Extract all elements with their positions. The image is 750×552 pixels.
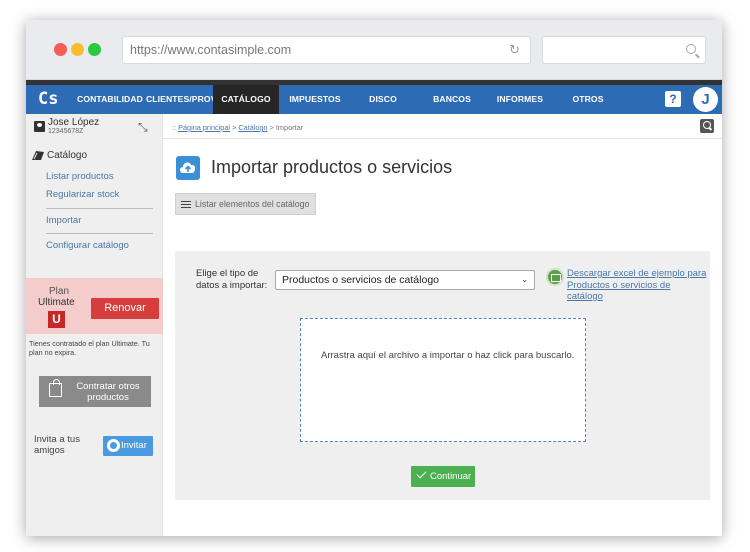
plan-box: Plan Ultimate U Renovar xyxy=(26,278,163,334)
globe-icon xyxy=(107,439,120,452)
sidebar-divider xyxy=(46,233,153,234)
contract-products-button[interactable]: Contratar otros productos xyxy=(39,376,151,407)
breadcrumb-catalog[interactable]: Catálogo xyxy=(238,123,267,132)
nav-informes[interactable]: INFORMES xyxy=(494,85,546,114)
sidebar: Jose López 12345678Z ⤡ Catálogo Listar p… xyxy=(26,114,163,536)
import-type-select[interactable]: Productos o servicios de catálogo ⌄ xyxy=(275,270,535,290)
chevron-down-icon: ⌄ xyxy=(521,275,528,284)
close-window-button[interactable] xyxy=(54,43,67,56)
sidebar-item-configurar-catalogo[interactable]: Configurar catálogo xyxy=(46,240,129,251)
list-catalog-button[interactable]: Listar elementos del catálogo xyxy=(175,193,316,215)
import-type-label: Elige el tipo de datos a importar: xyxy=(196,268,268,291)
contract-products-label: Contratar otros productos xyxy=(76,381,140,403)
help-icon[interactable]: ? xyxy=(665,91,681,107)
nav-disco-virtual[interactable]: DISCO VIRTUAL xyxy=(350,85,416,133)
main-navbar: Cs CONTABILIDAD CLIENTES/PROV. CATÁLOGO … xyxy=(26,85,722,133)
sidebar-item-listar-productos[interactable]: Listar productos xyxy=(46,171,114,182)
list-icon xyxy=(181,201,191,208)
check-icon xyxy=(416,468,427,479)
breadcrumb: :: Página principal > Catálogo > Importa… xyxy=(172,123,304,132)
list-catalog-label: Listar elementos del catálogo xyxy=(195,199,310,209)
contasimple-logo[interactable]: Cs xyxy=(38,88,64,110)
excel-icon[interactable] xyxy=(546,268,564,286)
file-dropzone[interactable]: Arrastra aquí el archivo a importar o ha… xyxy=(300,318,586,442)
download-excel-link[interactable]: Descargar excel de ejemplo para Producto… xyxy=(567,268,707,303)
import-type-value: Productos o servicios de catálogo xyxy=(282,274,440,286)
user-card-icon xyxy=(34,121,45,132)
plan-badge: U xyxy=(48,311,65,328)
address-bar[interactable]: https://www.contasimple.com ↻ xyxy=(122,36,531,64)
sidebar-item-importar[interactable]: Importar xyxy=(46,215,81,226)
collapse-sidebar-icon[interactable]: ⤡ xyxy=(138,120,148,135)
plan-note: Tienes contratado el plan Ultimate. Tu p… xyxy=(29,339,150,357)
nav-bancos[interactable]: BANCOS xyxy=(429,85,475,114)
minimize-window-button[interactable] xyxy=(71,43,84,56)
browser-window: https://www.contasimple.com ↻ Cs CONTABI… xyxy=(26,20,722,536)
search-icon xyxy=(686,44,696,54)
user-id: 12345678Z xyxy=(48,128,84,135)
maximize-window-button[interactable] xyxy=(88,43,101,56)
avatar[interactable]: J xyxy=(693,87,718,112)
search-icon[interactable] xyxy=(700,119,714,133)
nav-impuestos[interactable]: IMPUESTOS xyxy=(286,85,344,114)
browser-titlebar: https://www.contasimple.com ↻ xyxy=(26,20,722,80)
breadcrumb-home[interactable]: Página principal xyxy=(178,123,230,132)
renew-button[interactable]: Renovar xyxy=(91,298,159,319)
sidebar-item-regularizar-stock[interactable]: Regularizar stock xyxy=(46,189,119,200)
user-name[interactable]: Jose López xyxy=(48,117,99,128)
shopping-bag-icon xyxy=(49,379,62,397)
nav-otros[interactable]: OTROS xyxy=(569,85,607,114)
dropzone-text: Arrastra aquí el archivo a importar o ha… xyxy=(321,350,575,361)
nav-catalogo[interactable]: CATÁLOGO xyxy=(213,85,279,114)
cloud-upload-icon xyxy=(176,156,200,180)
sidebar-divider xyxy=(46,208,153,209)
plan-name: Ultimate xyxy=(38,297,75,308)
invite-button[interactable]: Invitar xyxy=(103,436,153,456)
browser-search-field[interactable] xyxy=(542,36,706,64)
invite-label: Invitar xyxy=(121,440,147,451)
import-panel: Elige el tipo de datos a importar: Produ… xyxy=(175,251,710,500)
catalog-icon xyxy=(32,151,44,160)
content-divider xyxy=(163,138,722,139)
page-title: Importar productos o servicios xyxy=(211,157,453,177)
url-text: https://www.contasimple.com xyxy=(130,43,292,57)
continue-button[interactable]: Continuar xyxy=(411,466,475,487)
invite-text: Invita a tus amigos xyxy=(34,434,80,456)
breadcrumb-prefix: :: xyxy=(172,123,177,132)
continue-label: Continuar xyxy=(430,471,472,482)
plan-label: Plan xyxy=(49,286,70,297)
breadcrumb-current: Importar xyxy=(275,123,304,132)
catalog-section-title: Catálogo xyxy=(47,150,88,161)
nav-clientes-prov[interactable]: CLIENTES/PROV. xyxy=(146,85,218,114)
nav-contabilidad[interactable]: CONTABILIDAD xyxy=(72,85,148,114)
reload-icon[interactable]: ↻ xyxy=(509,37,520,63)
